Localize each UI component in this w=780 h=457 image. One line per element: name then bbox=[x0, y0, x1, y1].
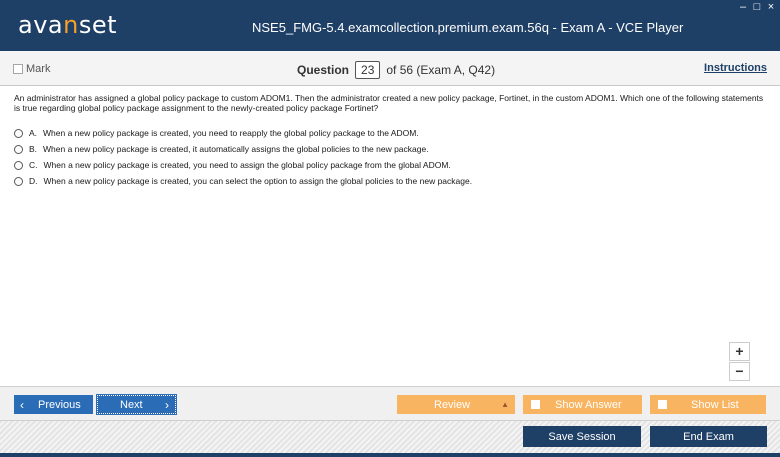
zoom-in-button[interactable]: + bbox=[729, 342, 750, 361]
option-c[interactable]: C. When a new policy package is created,… bbox=[14, 157, 472, 173]
question-text: An administrator has assigned a global p… bbox=[14, 93, 764, 113]
instructions-link[interactable]: Instructions bbox=[704, 62, 767, 74]
minimize-button[interactable]: – bbox=[738, 2, 748, 13]
next-button[interactable]: Next › bbox=[96, 394, 177, 415]
review-label: Review bbox=[434, 398, 471, 411]
bottom-border bbox=[0, 453, 780, 457]
save-session-button[interactable]: Save Session bbox=[523, 426, 641, 447]
option-a[interactable]: A. When a new policy package is created,… bbox=[14, 125, 472, 141]
window-title: NSE5_FMG-5.4.examcollection.premium.exam… bbox=[252, 20, 684, 35]
footer-bar: Save Session End Exam bbox=[0, 420, 780, 457]
option-letter: A. bbox=[29, 128, 38, 138]
answer-options: A. When a new policy package is created,… bbox=[14, 125, 472, 189]
show-list-label: Show List bbox=[691, 398, 739, 411]
question-header: Mark Question 23 of 56 (Exam A, Q42) Ins… bbox=[0, 51, 780, 86]
question-number-field[interactable]: 23 bbox=[355, 61, 381, 79]
option-letter: C. bbox=[29, 160, 38, 170]
option-d[interactable]: D. When a new policy package is created,… bbox=[14, 173, 472, 189]
show-list-toggle[interactable]: Show List bbox=[650, 395, 766, 414]
mark-label: Mark bbox=[26, 63, 51, 75]
next-label: Next bbox=[120, 398, 143, 411]
checkbox-icon bbox=[13, 64, 23, 74]
question-indicator: Question 23 of 56 (Exam A, Q42) bbox=[297, 61, 495, 79]
radio-icon[interactable] bbox=[14, 176, 23, 186]
end-exam-button[interactable]: End Exam bbox=[650, 426, 767, 447]
option-text: When a new policy package is created, yo… bbox=[43, 160, 451, 170]
checkbox-icon[interactable] bbox=[531, 400, 540, 409]
avanset-logo: avanset bbox=[18, 11, 118, 39]
zoom-out-button[interactable]: − bbox=[729, 362, 750, 381]
show-answer-toggle[interactable]: Show Answer bbox=[523, 395, 642, 414]
option-text: When a new policy package is created, yo… bbox=[43, 128, 419, 138]
mark-checkbox[interactable]: Mark bbox=[13, 63, 50, 75]
question-label: Question bbox=[297, 63, 350, 77]
option-text: When a new policy package is created, yo… bbox=[43, 176, 473, 186]
navigation-bar: ‹ Previous Next › Review ▲ Show Answer S… bbox=[0, 386, 780, 420]
triangle-up-icon: ▲ bbox=[501, 400, 509, 409]
chevron-right-icon: › bbox=[165, 397, 169, 412]
option-b[interactable]: B. When a new policy package is created,… bbox=[14, 141, 472, 157]
radio-icon[interactable] bbox=[14, 144, 23, 154]
question-content: An administrator has assigned a global p… bbox=[0, 86, 780, 424]
review-button[interactable]: Review ▲ bbox=[397, 395, 515, 414]
previous-label: Previous bbox=[38, 398, 81, 411]
radio-icon[interactable] bbox=[14, 160, 23, 170]
show-answer-label: Show Answer bbox=[555, 398, 622, 411]
previous-button[interactable]: ‹ Previous bbox=[14, 395, 93, 414]
restore-button[interactable]: □ bbox=[752, 2, 762, 13]
question-total: of 56 (Exam A, Q42) bbox=[386, 63, 496, 77]
option-text: When a new policy package is created, it… bbox=[43, 144, 429, 154]
option-letter: B. bbox=[29, 144, 38, 154]
chevron-left-icon: ‹ bbox=[20, 397, 24, 412]
radio-icon[interactable] bbox=[14, 128, 23, 138]
window-controls: – □ × bbox=[738, 2, 776, 13]
option-letter: D. bbox=[29, 176, 38, 186]
close-button[interactable]: × bbox=[766, 2, 776, 13]
title-bar: avanset NSE5_FMG-5.4.examcollection.prem… bbox=[0, 0, 780, 51]
checkbox-icon[interactable] bbox=[658, 400, 667, 409]
